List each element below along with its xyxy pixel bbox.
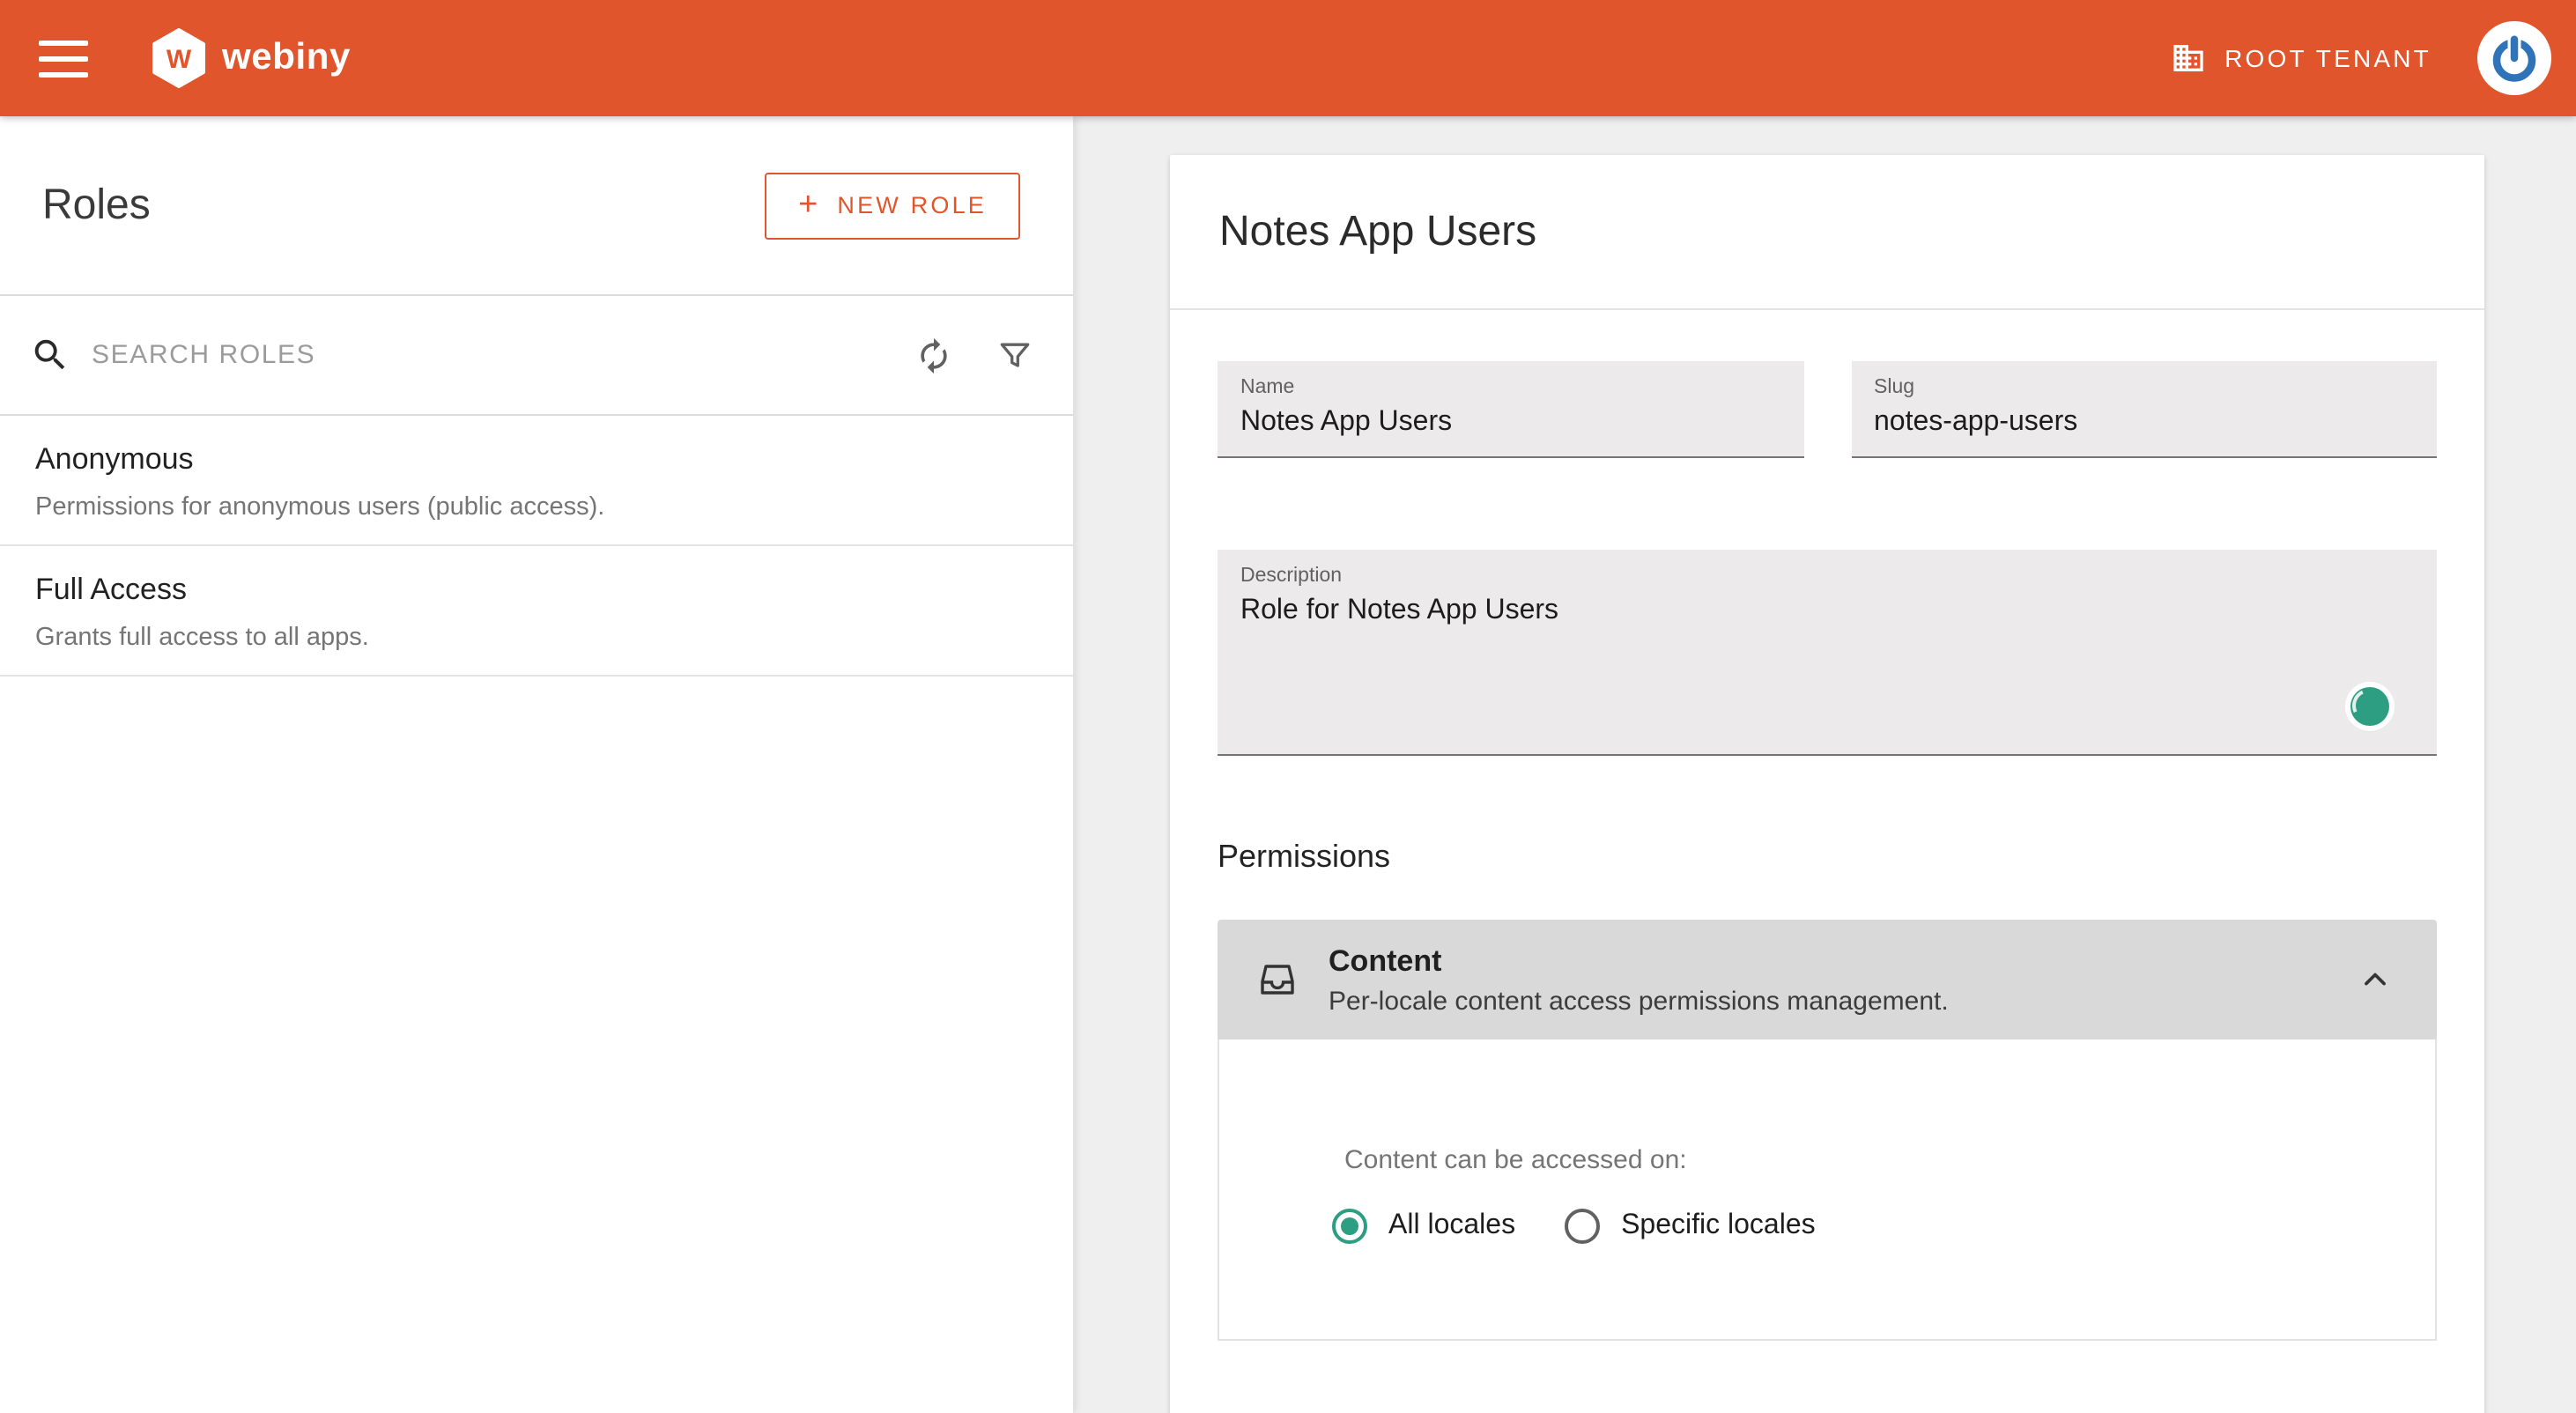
topbar: W webiny ROOT TENANT xyxy=(0,0,2576,116)
topbar-right: ROOT TENANT xyxy=(2170,21,2551,95)
main-content: Roles + NEW ROLE xyxy=(0,116,2576,1413)
search-icon xyxy=(30,335,70,375)
description-field[interactable]: Description Role for Notes App Users xyxy=(1218,550,2437,756)
role-title: Notes App Users xyxy=(1219,207,1536,256)
slug-field-label: Slug xyxy=(1874,377,2414,398)
topbar-left: W webiny xyxy=(39,28,351,88)
radio-specific-locales[interactable]: Specific locales xyxy=(1565,1209,1816,1244)
radio-all-locales[interactable]: All locales xyxy=(1332,1209,1515,1244)
filter-icon[interactable] xyxy=(996,336,1034,374)
list-item-anonymous[interactable]: Anonymous Permissions for anonymous user… xyxy=(0,416,1073,546)
roles-list: Anonymous Permissions for anonymous user… xyxy=(0,416,1073,677)
card-body: Name Slug Description Role for Notes App… xyxy=(1170,310,2484,1341)
name-field-label: Name xyxy=(1240,377,1780,398)
permissions-heading: Permissions xyxy=(1218,839,2437,876)
accordion-titles: Content Per-locale content access permis… xyxy=(1329,943,1949,1016)
svg-text:W: W xyxy=(167,45,192,74)
webiny-hexagon-icon: W xyxy=(152,28,206,88)
page-title: Roles xyxy=(42,181,151,230)
name-field[interactable]: Name xyxy=(1218,361,1803,458)
app-root: W webiny ROOT TENANT xyxy=(0,0,2576,1413)
plus-icon: + xyxy=(798,189,818,222)
role-name: Full Access xyxy=(35,573,1038,608)
menu-icon[interactable] xyxy=(39,40,88,77)
accordion-title: Content xyxy=(1329,943,1949,979)
content-permissions-accordion: Content Per-locale content access permis… xyxy=(1218,920,2437,1341)
search-bar xyxy=(0,296,1073,416)
accordion-body-content: Content can be accessed on: All locales … xyxy=(1218,1039,2437,1341)
radio-selected-icon xyxy=(1332,1209,1367,1244)
new-role-button[interactable]: + NEW ROLE xyxy=(765,172,1020,239)
inbox-icon xyxy=(1256,958,1299,1001)
accordion-subtitle: Per-locale content access permissions ma… xyxy=(1329,986,1949,1016)
brand-text: webiny xyxy=(222,37,351,79)
roles-panel-header: Roles + NEW ROLE xyxy=(0,116,1073,296)
role-detail-card: Notes App Users Name Slug xyxy=(1170,155,2484,1413)
name-input[interactable] xyxy=(1240,407,1780,439)
tenant-selector[interactable]: ROOT TENANT xyxy=(2170,41,2432,76)
name-slug-row: Name Slug xyxy=(1218,361,2437,458)
refresh-icon[interactable] xyxy=(914,336,953,374)
building-icon xyxy=(2170,41,2205,76)
role-name: Anonymous xyxy=(35,442,1038,477)
slug-field[interactable]: Slug xyxy=(1851,361,2437,458)
roles-panel: Roles + NEW ROLE xyxy=(0,116,1073,1413)
slug-input[interactable] xyxy=(1874,407,2414,439)
chevron-up-icon[interactable] xyxy=(2356,960,2395,999)
avatar[interactable] xyxy=(2477,21,2551,95)
role-description: Grants full access to all apps. xyxy=(35,624,1038,652)
role-detail-area: Notes App Users Name Slug xyxy=(1073,116,2576,1413)
description-textarea[interactable]: Role for Notes App Users xyxy=(1240,596,2414,712)
description-field-label: Description xyxy=(1240,566,2414,587)
power-icon xyxy=(2488,32,2541,85)
card-header: Notes App Users xyxy=(1170,155,2484,310)
new-role-label: NEW ROLE xyxy=(837,192,987,218)
locale-radio-group: All locales Specific locales xyxy=(1332,1209,2435,1244)
autosave-spinner-icon xyxy=(2350,687,2389,726)
list-item-full-access[interactable]: Full Access Grants full access to all ap… xyxy=(0,546,1073,677)
accordion-header-content[interactable]: Content Per-locale content access permis… xyxy=(1218,920,2437,1039)
tenant-label: ROOT TENANT xyxy=(2224,44,2432,72)
content-access-label: Content can be accessed on: xyxy=(1344,1145,2435,1175)
webiny-logo[interactable]: W webiny xyxy=(152,28,351,88)
search-input[interactable] xyxy=(88,338,872,372)
role-description: Permissions for anonymous users (public … xyxy=(35,493,1038,522)
radio-unselected-icon xyxy=(1565,1209,1600,1244)
